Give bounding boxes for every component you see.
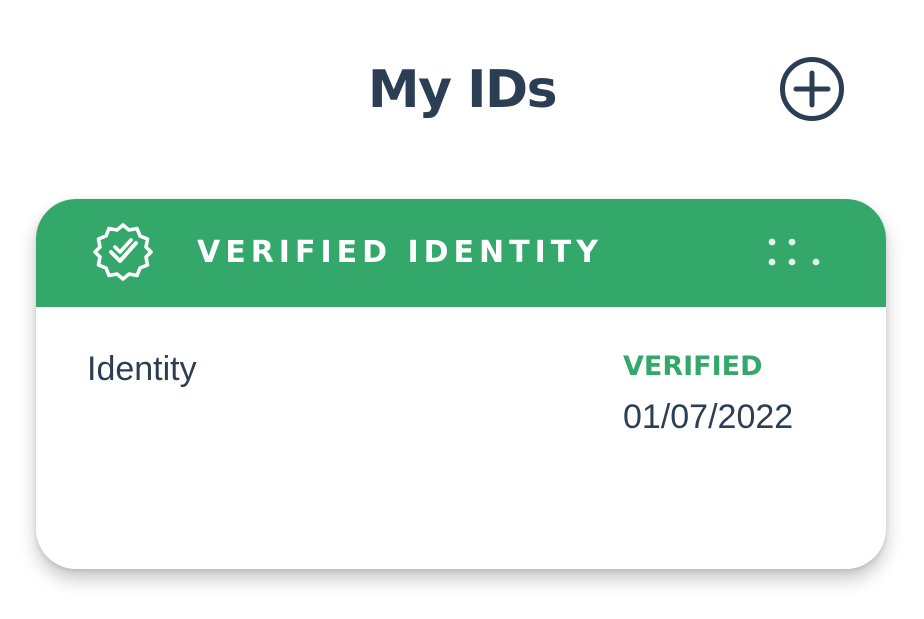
status-badge: VERIFIED [623,351,763,382]
card-header-title: VERIFIED IDENTITY [197,235,603,270]
card-header: VERIFIED IDENTITY [36,199,886,307]
verified-badge-icon [93,223,153,281]
plus-circle-icon[interactable] [779,56,845,122]
id-card[interactable]: VERIFIED IDENTITY Identity VERIFIED 01/0… [36,199,886,569]
verification-date: 01/07/2022 [623,398,794,436]
id-type-label: Identity [87,350,197,388]
more-dots-icon[interactable] [762,235,826,275]
add-id-button[interactable] [779,56,845,122]
